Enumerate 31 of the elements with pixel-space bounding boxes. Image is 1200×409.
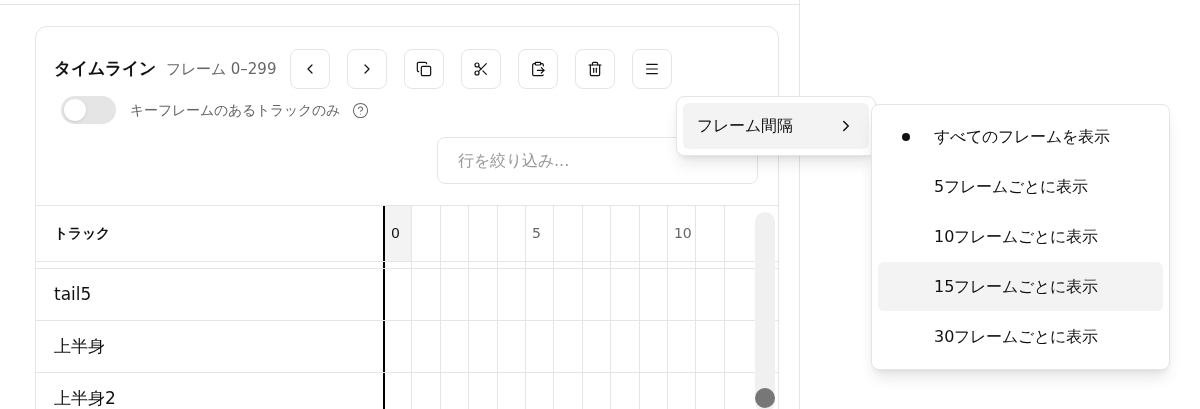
delete-button[interactable] xyxy=(575,49,616,89)
scrollbar-thumb[interactable] xyxy=(755,388,775,408)
submenu-item[interactable]: 30フレームごとに表示 xyxy=(878,312,1163,361)
track-name[interactable]: tail5 xyxy=(36,269,383,320)
cut-button[interactable] xyxy=(461,49,502,89)
submenu-item[interactable]: 5フレームごとに表示 xyxy=(878,162,1163,212)
track-header: トラック xyxy=(53,224,111,243)
clipboard-icon xyxy=(530,61,547,77)
track-name[interactable]: 上半身 xyxy=(36,321,383,372)
menu-button[interactable] xyxy=(632,49,673,89)
menu-item[interactable]: フレーム間隔 xyxy=(683,103,869,149)
frame-number: 5 xyxy=(531,224,541,243)
copy-button[interactable] xyxy=(404,49,445,89)
frame-range: フレーム 0–299 xyxy=(166,58,277,80)
track-name[interactable]: 上半身2 xyxy=(36,373,383,409)
trash-icon xyxy=(587,61,604,77)
toggle-label: キーフレームのあるトラックのみ xyxy=(130,100,340,120)
scissors-icon xyxy=(473,61,490,77)
frame-number: 10 xyxy=(673,224,692,243)
toggle-switch[interactable] xyxy=(61,96,116,124)
scrollbar-track[interactable] xyxy=(755,212,775,409)
submenu-item[interactable]: 15フレームごとに表示 xyxy=(878,262,1163,312)
timeline-title: タイムライン xyxy=(54,57,156,81)
filter-field[interactable]: 行を絞り込み... xyxy=(437,137,758,184)
paste-button[interactable] xyxy=(518,49,559,89)
help-icon[interactable] xyxy=(352,101,369,119)
frame-number: 0 xyxy=(391,224,400,243)
menu-icon xyxy=(644,61,661,77)
copy-icon xyxy=(416,61,433,77)
submenu-item[interactable]: すべてのフレームを表示 xyxy=(878,113,1163,162)
submenu-item[interactable]: 10フレームごとに表示 xyxy=(878,212,1163,262)
